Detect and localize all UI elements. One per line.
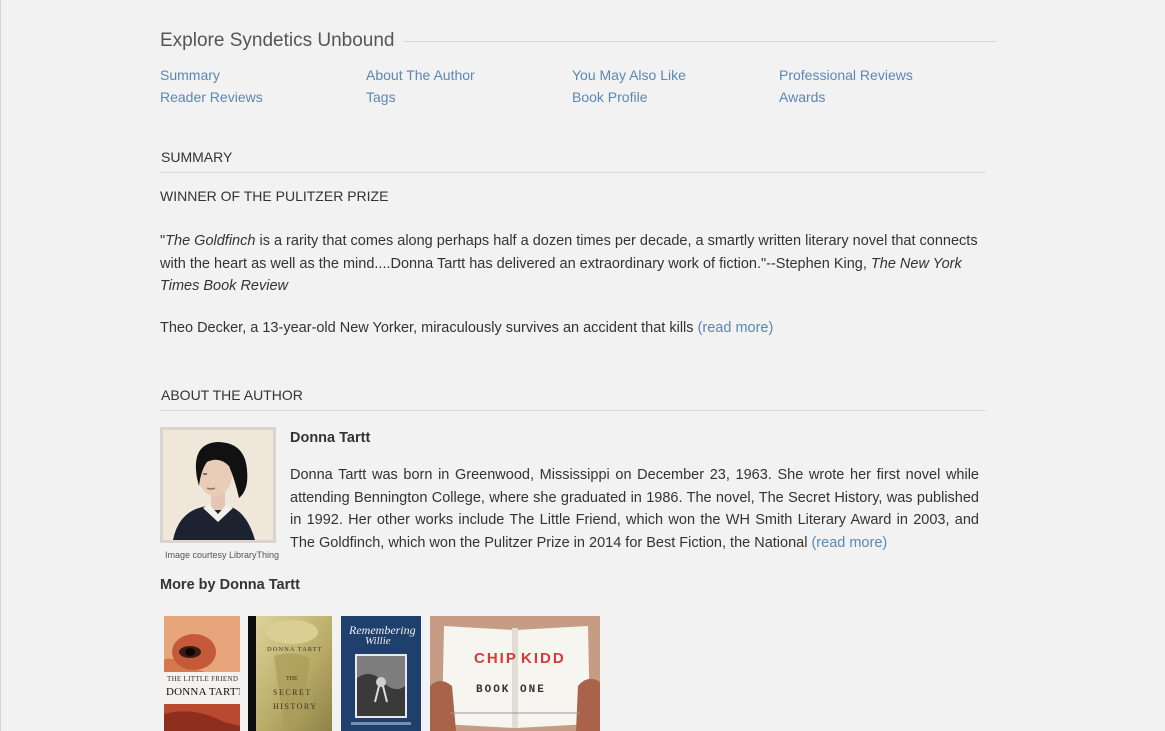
explore-header: Explore Syndetics Unbound bbox=[160, 30, 996, 54]
nav-link-book-profile[interactable]: Book Profile bbox=[572, 89, 647, 105]
nav-link-awards[interactable]: Awards bbox=[779, 89, 825, 105]
nav-link-professional-reviews[interactable]: Professional Reviews bbox=[779, 67, 913, 83]
summary-quote: "The Goldfinch is a rarity that comes al… bbox=[160, 230, 990, 298]
author-bio: Donna Tartt was born in Greenwood, Missi… bbox=[290, 464, 979, 554]
nav-link-you-may-also-like[interactable]: You May Also Like bbox=[572, 67, 686, 83]
nav-link-tags[interactable]: Tags bbox=[366, 89, 396, 105]
book-4-word-chip: CHIP bbox=[474, 650, 518, 667]
nav-link-about-author[interactable]: About The Author bbox=[366, 67, 475, 83]
book-2-title-secret: SECRET bbox=[273, 688, 312, 697]
quote-book-title: The Goldfinch bbox=[165, 233, 256, 249]
nav-link-reader-reviews[interactable]: Reader Reviews bbox=[160, 89, 263, 105]
page-edge bbox=[0, 0, 1, 731]
explore-title: Explore Syndetics Unbound bbox=[160, 30, 395, 51]
book-1-author: DONNA TARTT bbox=[166, 686, 240, 698]
book-cover-art bbox=[430, 616, 600, 731]
photo-credit: Image courtesy LibraryThing bbox=[165, 550, 280, 560]
author-photo bbox=[160, 427, 276, 543]
explore-divider bbox=[403, 41, 996, 42]
quote-body: is a rarity that comes along perhaps hal… bbox=[160, 233, 978, 272]
award-line: WINNER OF THE PULITZER PRIZE bbox=[160, 188, 389, 204]
book-4-word-kidd: KIDD bbox=[521, 650, 566, 667]
more-by-heading: More by Donna Tartt bbox=[160, 577, 300, 593]
book-cover-art bbox=[248, 616, 332, 731]
book-4-word-one: ONE bbox=[520, 684, 546, 696]
book-cover-remembering-willie[interactable]: Remembering Willie bbox=[341, 616, 421, 731]
author-read-more-link[interactable]: (read more) bbox=[811, 535, 887, 551]
summary-read-more-link[interactable]: (read more) bbox=[698, 320, 774, 336]
book-1-title: THE LITTLE FRIEND bbox=[167, 675, 239, 683]
book-4-word-book: BOOK bbox=[476, 684, 511, 696]
summary-heading: SUMMARY bbox=[160, 149, 986, 173]
book-2-title-history: HISTORY bbox=[273, 702, 318, 711]
book-cover-chip-kidd-book-one[interactable]: CHIP KIDD BOOK ONE bbox=[430, 616, 600, 731]
teaser-text: Theo Decker, a 13-year-old New Yorker, m… bbox=[160, 320, 698, 336]
book-2-author: DONNA TARTT bbox=[267, 646, 323, 653]
book-cover-the-secret-history[interactable]: DONNA TARTT THE SECRET HISTORY bbox=[248, 616, 332, 731]
book-3-title-line2: Willie bbox=[365, 635, 391, 647]
book-cover-art bbox=[164, 616, 240, 731]
author-name: Donna Tartt bbox=[290, 430, 371, 446]
about-author-heading: ABOUT THE AUTHOR bbox=[160, 387, 986, 411]
nav-link-summary[interactable]: Summary bbox=[160, 67, 220, 83]
book-cover-the-little-friend[interactable]: THE LITTLE FRIEND DONNA TARTT bbox=[164, 616, 240, 731]
book-2-title-the: THE bbox=[286, 676, 298, 682]
author-portrait-image bbox=[163, 430, 273, 540]
summary-teaser: Theo Decker, a 13-year-old New Yorker, m… bbox=[160, 320, 990, 336]
